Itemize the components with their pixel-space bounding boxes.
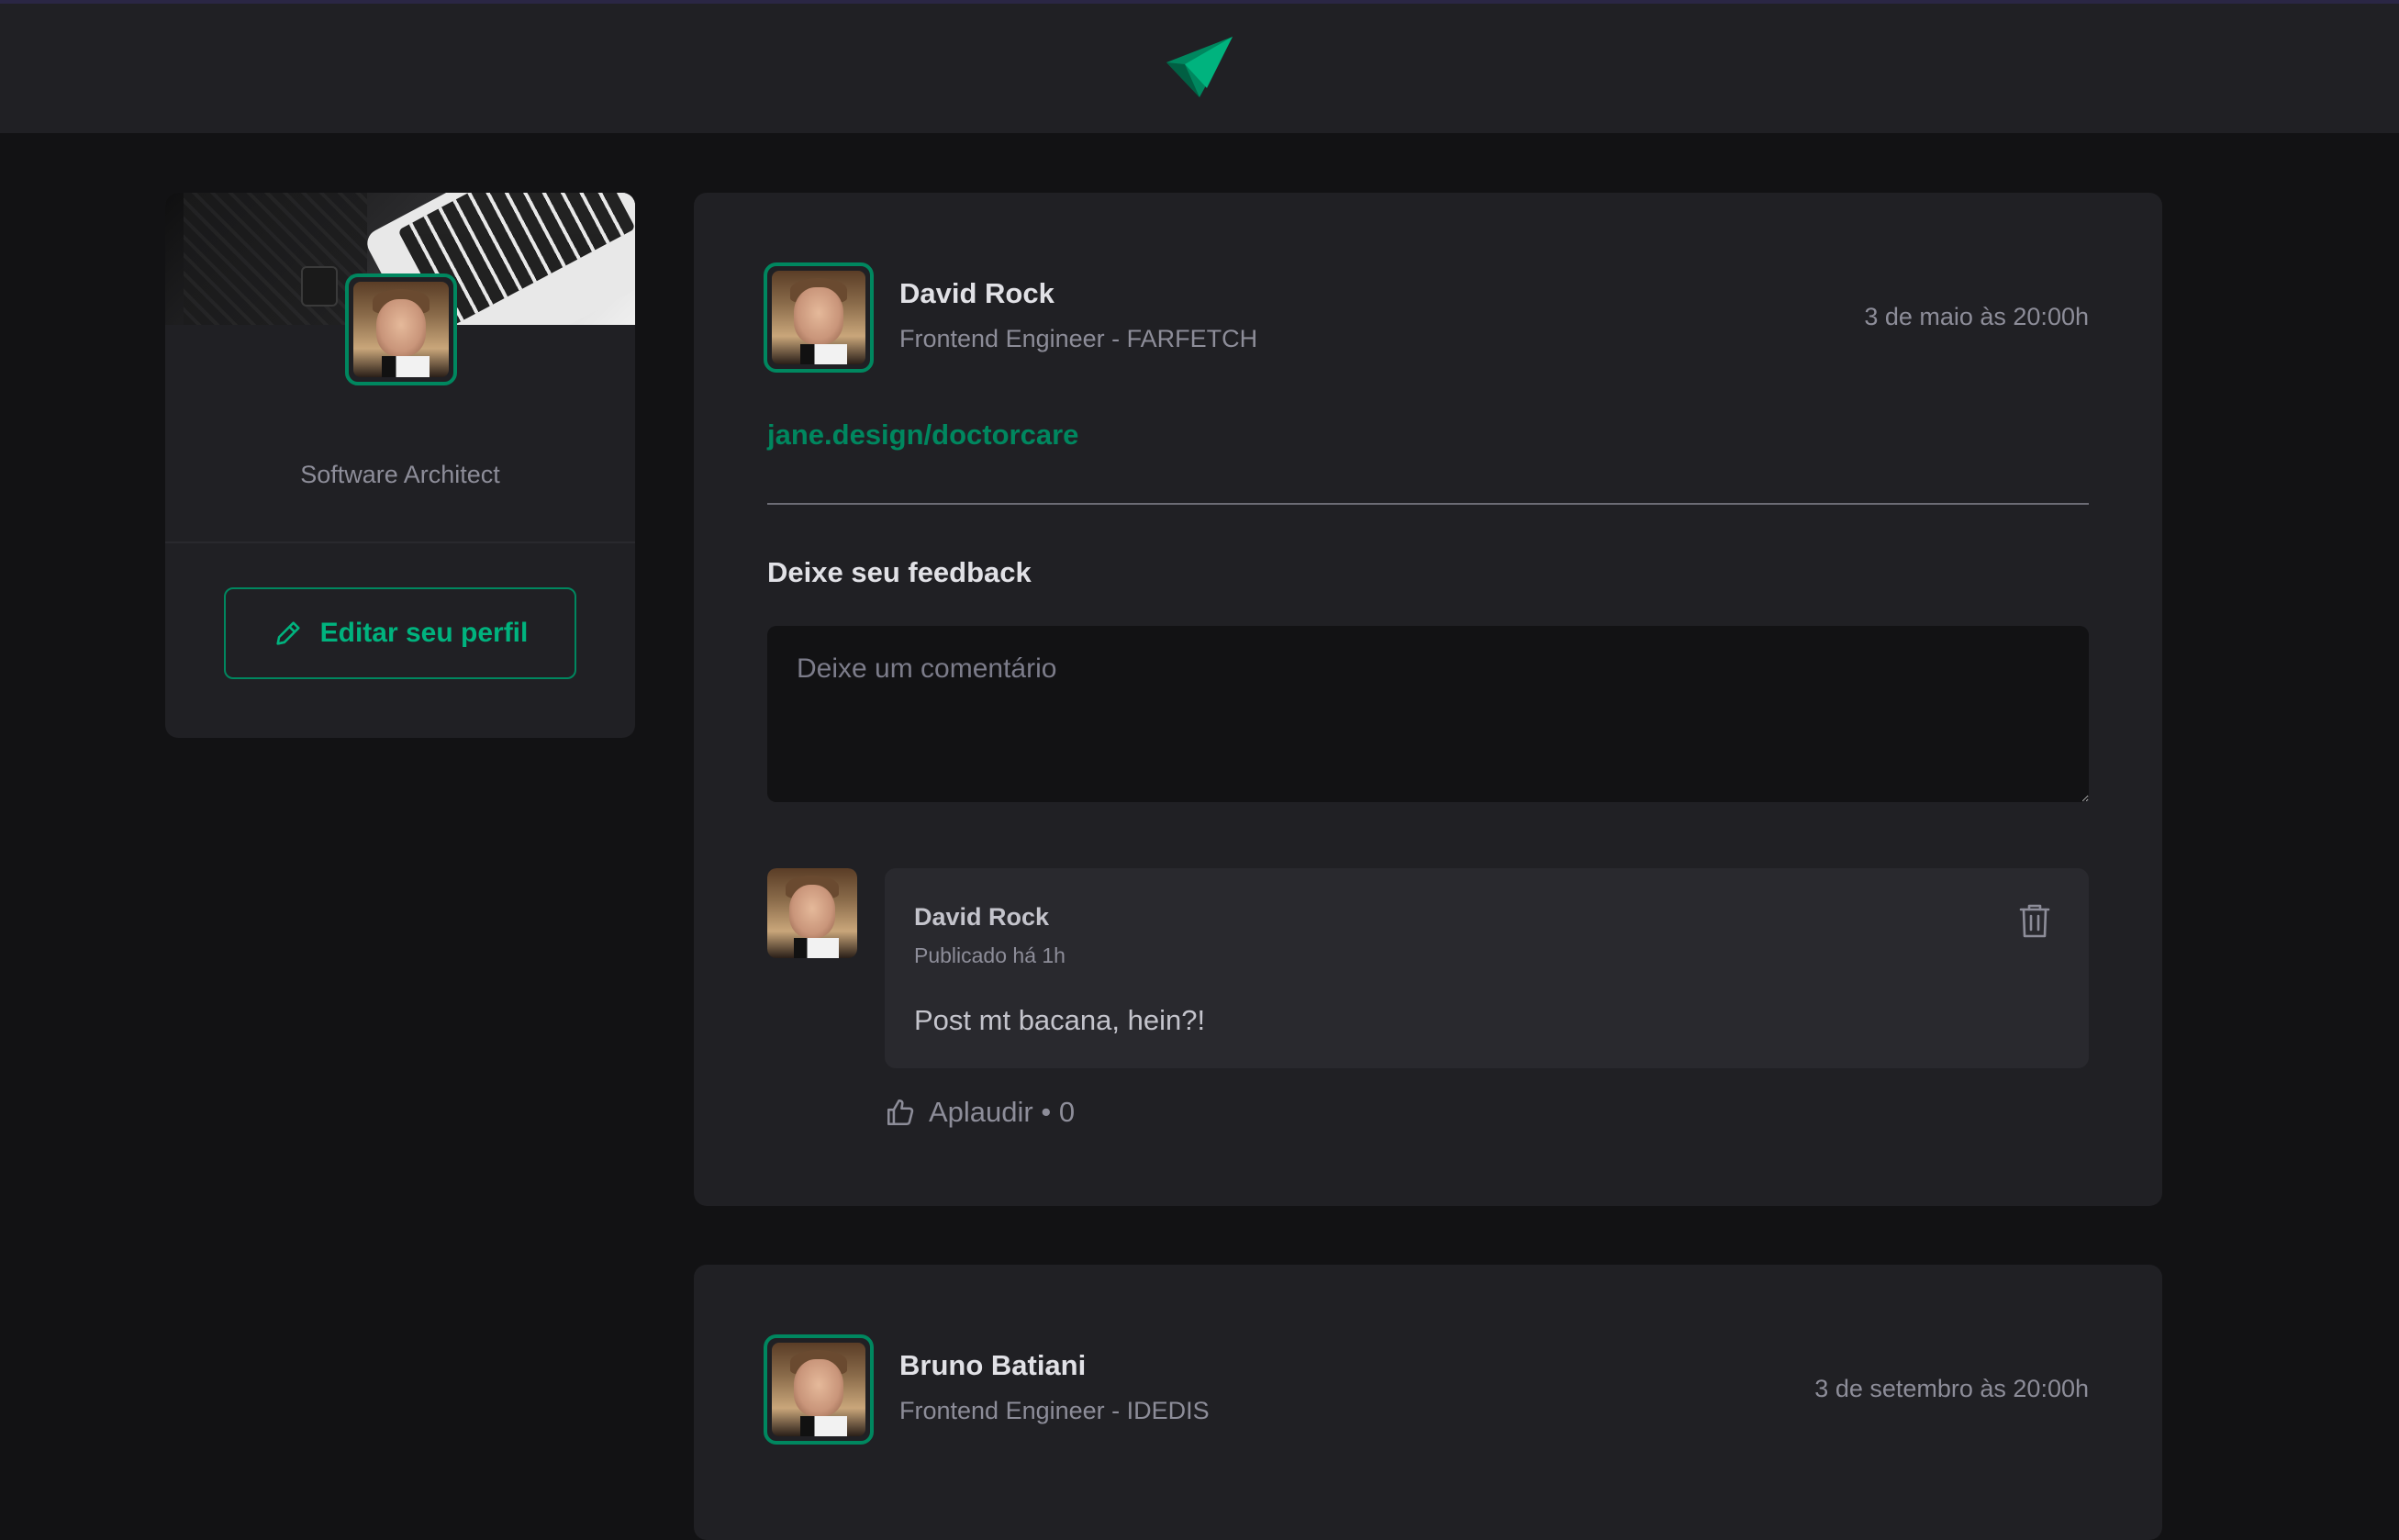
profile-sidebar: Software Architect Editar seu perfil [165,193,635,738]
divider [165,541,635,543]
delete-comment-button[interactable] [2014,898,2056,943]
applaud-label: Aplaudir • 0 [929,1096,1076,1128]
comment-text: Post mt bacana, hein?! [914,1004,1206,1036]
avatar[interactable] [764,1334,874,1445]
author-role: Frontend Engineer - FARFETCH [899,325,1258,352]
avatar[interactable] [764,262,874,373]
edit-profile-label: Editar seu perfil [319,618,529,648]
post-date: 3 de setembro às 20:00h [1814,1375,2089,1402]
comment: David Rock Publicado há 1h Post mt bacan… [767,868,2089,1144]
comment-avatar[interactable] [767,868,857,958]
comment-input[interactable] [767,626,2089,802]
author-name: David Rock [899,277,1054,309]
comment-card: David Rock Publicado há 1h Post mt bacan… [885,868,2089,1068]
post-card: David Rock Frontend Engineer - FARFETCH … [694,193,2162,1206]
thumbs-up-icon [887,1099,914,1126]
trash-icon [2019,904,2050,938]
post-date: 3 de maio às 20:00h [1864,303,2089,330]
post-card: Bruno Batiani Frontend Engineer - IDEDIS… [694,1265,2162,1540]
comment-time: Publicado há 1h [914,943,1066,967]
post-link[interactable]: jane.design/doctorcare [767,418,1078,452]
paper-plane-icon[interactable] [1166,36,1233,97]
pencil-icon [276,621,300,645]
divider [767,503,2089,505]
feedback-title: Deixe seu feedback [767,556,1032,588]
top-header [0,0,2399,133]
applaud-button[interactable]: Aplaudir • 0 [885,1096,1075,1129]
profile-role: Software Architect [300,461,500,488]
author-name: Bruno Batiani [899,1349,1087,1381]
avatar[interactable] [345,273,457,385]
comment-author: David Rock [914,903,1050,931]
edit-profile-button[interactable]: Editar seu perfil [224,587,576,679]
